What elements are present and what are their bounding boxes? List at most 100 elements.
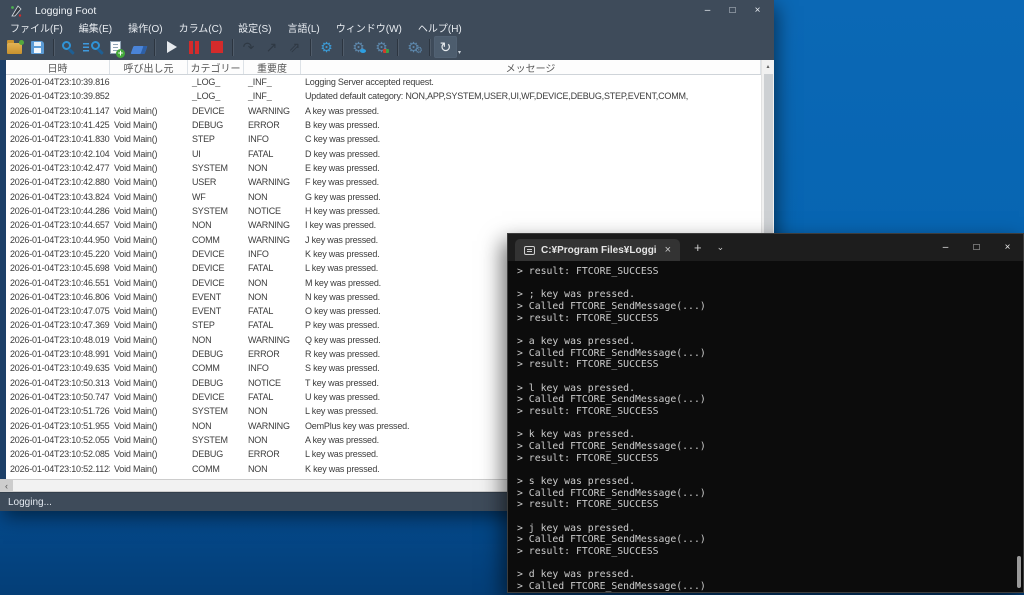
- table-cell: A key was pressed.: [301, 106, 761, 116]
- table-row[interactable]: 2026-01-04T23:10:44.286051Void Main()SYS…: [6, 204, 761, 218]
- table-row[interactable]: 2026-01-04T23:10:43.824988Void Main()WFN…: [6, 190, 761, 204]
- stop-logging-button[interactable]: [205, 36, 228, 58]
- table-cell: Updated default category: NON,APP,SYSTEM…: [301, 91, 761, 101]
- menu-item[interactable]: 言語(L): [280, 20, 328, 35]
- terminal-scroll-thumb[interactable]: [1017, 556, 1021, 588]
- terminal-maximize-button[interactable]: □: [961, 234, 992, 261]
- terminal-tab-title: C:¥Program Files¥Logging Foc: [541, 245, 657, 256]
- column-header[interactable]: カテゴリー: [188, 60, 244, 74]
- toolbar-overflow-icon[interactable]: ▾: [458, 49, 461, 56]
- table-cell: Void Main(): [110, 363, 188, 373]
- column-header[interactable]: メッセージ: [301, 60, 761, 74]
- table-cell: D key was pressed.: [301, 149, 761, 159]
- refresh-icon: ↻: [440, 40, 452, 54]
- column-header[interactable]: 日時: [6, 60, 110, 74]
- terminal-output[interactable]: > result: FTCORE_SUCCESS> ; key was pres…: [508, 261, 1023, 592]
- save-button[interactable]: [26, 36, 49, 58]
- view-settings-button[interactable]: ⚙: [347, 36, 370, 58]
- table-cell: 2026-01-04T23:10:52.055984: [6, 435, 110, 445]
- add-document-icon: [110, 41, 121, 54]
- terminal-window-controls: – □ ×: [930, 234, 1023, 261]
- jump-cancel-button[interactable]: ⇗: [283, 36, 306, 58]
- logger-titlebar[interactable]: Logging Foot – □ ×: [0, 0, 774, 21]
- table-cell: H key was pressed.: [301, 206, 761, 216]
- scroll-up-icon[interactable]: ▴: [762, 60, 774, 73]
- toolbar-separator: [310, 39, 311, 56]
- table-cell: NON: [188, 335, 244, 345]
- terminal-line: [517, 464, 1023, 476]
- toolbar-separator: [232, 39, 233, 56]
- maximize-button[interactable]: □: [720, 0, 745, 21]
- minimize-button[interactable]: –: [695, 0, 720, 21]
- table-cell: INFO: [244, 249, 301, 259]
- terminal-line: > a key was pressed.: [517, 336, 1023, 348]
- refresh-button[interactable]: ↻: [434, 36, 457, 58]
- menu-item[interactable]: ファイル(F): [2, 20, 71, 35]
- table-cell: SYSTEM: [188, 435, 244, 445]
- terminal-titlebar[interactable]: C:¥Program Files¥Logging Foc × + ⌄ – □ ×: [508, 234, 1023, 261]
- add-document-button[interactable]: [104, 36, 127, 58]
- service-settings-button[interactable]: ⚙: [402, 36, 425, 58]
- menu-item[interactable]: ヘルプ(H): [410, 20, 470, 35]
- table-row[interactable]: 2026-01-04T23:10:39.852977_LOG__INF_Upda…: [6, 89, 761, 103]
- toolbar-separator: [397, 39, 398, 56]
- start-logging-button[interactable]: [159, 36, 182, 58]
- table-cell: 2026-01-04T23:10:47.369135: [6, 320, 110, 330]
- jump-next-button[interactable]: ↗: [260, 36, 283, 58]
- table-cell: 2026-01-04T23:10:42.880547: [6, 177, 110, 187]
- terminal-minimize-button[interactable]: –: [930, 234, 961, 261]
- table-row[interactable]: 2026-01-04T23:10:42.477819Void Main()SYS…: [6, 161, 761, 175]
- close-button[interactable]: ×: [745, 0, 770, 21]
- terminal-line: [517, 511, 1023, 523]
- new-tab-button[interactable]: +: [694, 240, 702, 255]
- menu-item[interactable]: 設定(S): [230, 20, 279, 35]
- pause-logging-button[interactable]: [182, 36, 205, 58]
- settings-button[interactable]: ⚙: [315, 36, 338, 58]
- menu-item[interactable]: 編集(E): [71, 20, 120, 35]
- menu-item[interactable]: ウィンドウ(W): [328, 20, 410, 35]
- clear-log-button[interactable]: [127, 36, 150, 58]
- table-cell: WARNING: [244, 177, 301, 187]
- table-cell: EVENT: [188, 306, 244, 316]
- table-cell: WARNING: [244, 335, 301, 345]
- table-cell: FATAL: [244, 392, 301, 402]
- table-row[interactable]: 2026-01-04T23:10:42.104549Void Main()UIF…: [6, 147, 761, 161]
- table-cell: DEBUG: [188, 378, 244, 388]
- table-cell: 2026-01-04T23:10:46.551779: [6, 278, 110, 288]
- search-filter-button[interactable]: [81, 36, 104, 58]
- table-cell: NON: [244, 278, 301, 288]
- menu-item[interactable]: 操作(O): [120, 20, 170, 35]
- table-row[interactable]: 2026-01-04T23:10:41.147260Void Main()DEV…: [6, 104, 761, 118]
- tab-dropdown-icon[interactable]: ⌄: [717, 242, 725, 253]
- table-cell: Void Main(): [110, 220, 188, 230]
- search-button[interactable]: [58, 36, 81, 58]
- jump-previous-button[interactable]: ↷: [237, 36, 260, 58]
- table-row[interactable]: 2026-01-04T23:10:39.816725_LOG__INF_Logg…: [6, 75, 761, 89]
- table-row[interactable]: 2026-01-04T23:10:41.830536Void Main()STE…: [6, 132, 761, 146]
- terminal-close-button[interactable]: ×: [992, 234, 1023, 261]
- table-cell: Void Main(): [110, 235, 188, 245]
- terminal-line: [517, 324, 1023, 336]
- terminal-line: > j key was pressed.: [517, 523, 1023, 535]
- table-cell: FATAL: [244, 149, 301, 159]
- tab-close-icon[interactable]: ×: [665, 244, 671, 256]
- terminal-line: > result: FTCORE_SUCCESS: [517, 266, 1023, 278]
- terminal-line: [517, 371, 1023, 383]
- table-cell: NON: [244, 464, 301, 474]
- terminal-line: > Called FTCORE_SendMessage(...): [517, 394, 1023, 406]
- menu-item[interactable]: カラム(C): [171, 20, 231, 35]
- open-file-button[interactable]: [3, 36, 26, 58]
- save-icon: [31, 41, 44, 54]
- scroll-left-icon[interactable]: ‹: [0, 479, 13, 492]
- category-settings-button[interactable]: ⚙: [370, 36, 393, 58]
- table-row[interactable]: 2026-01-04T23:10:41.425105Void Main()DEB…: [6, 118, 761, 132]
- toolbar-separator: [342, 39, 343, 56]
- column-header[interactable]: 重要度: [244, 60, 301, 74]
- table-cell: 2026-01-04T23:10:42.477819: [6, 163, 110, 173]
- table-cell: 2026-01-04T23:10:48.991673: [6, 349, 110, 359]
- table-row[interactable]: 2026-01-04T23:10:42.880547Void Main()USE…: [6, 175, 761, 189]
- table-cell: NON: [188, 421, 244, 431]
- column-header[interactable]: 呼び出し元: [110, 60, 188, 74]
- table-row[interactable]: 2026-01-04T23:10:44.657988Void Main()NON…: [6, 218, 761, 232]
- terminal-tab[interactable]: C:¥Program Files¥Logging Foc ×: [515, 239, 680, 261]
